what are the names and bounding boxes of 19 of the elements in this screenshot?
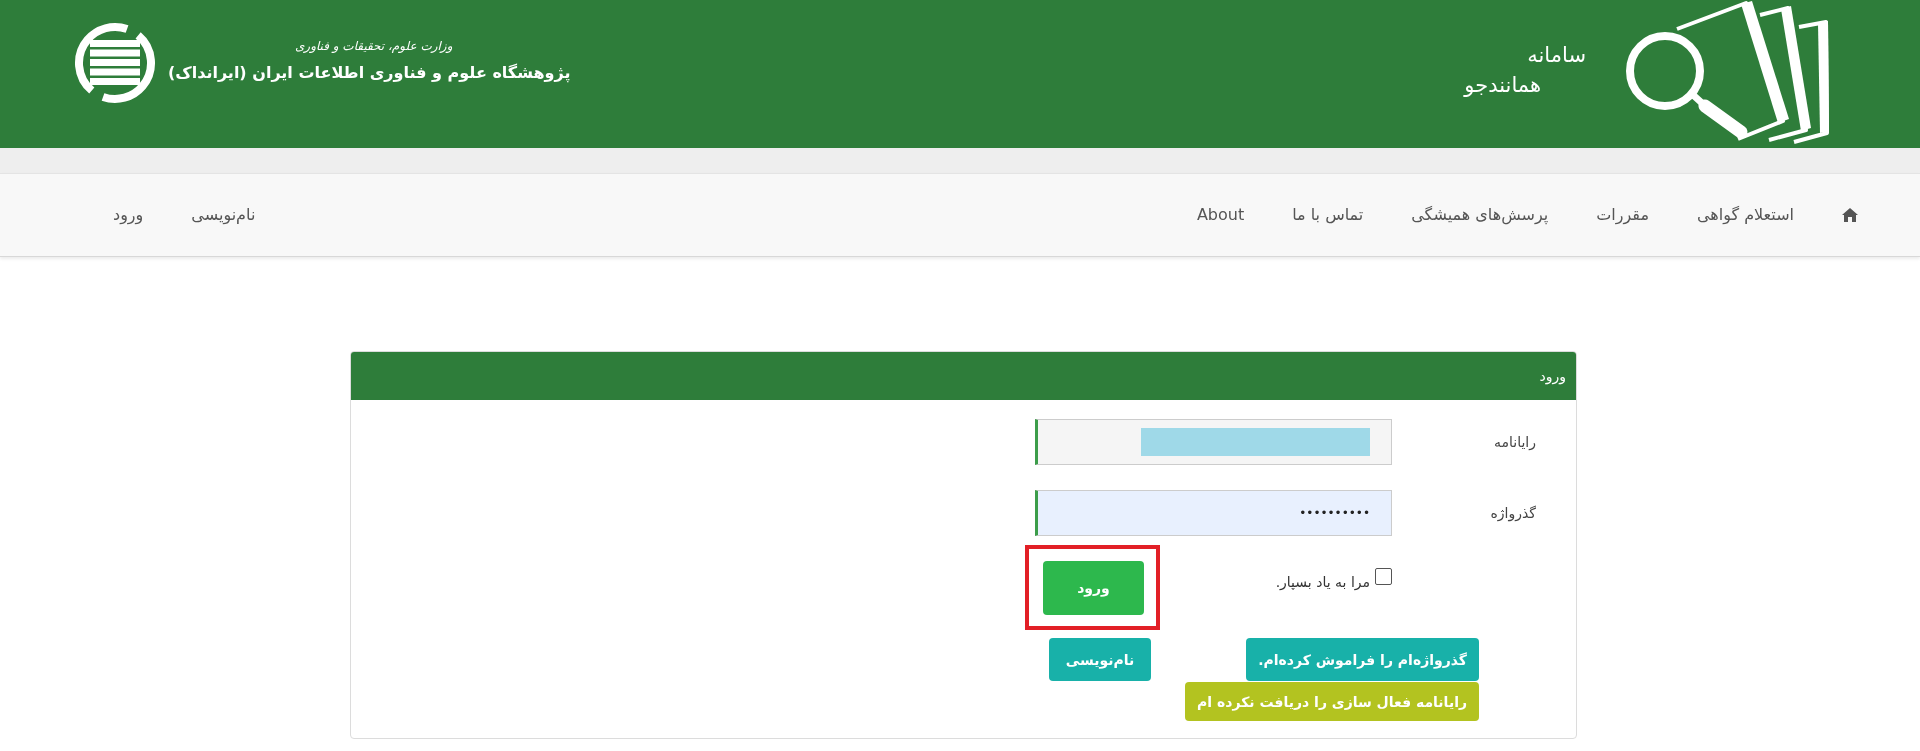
ministry-name: وزارت علوم، تحقیقات و فناوری (294, 38, 453, 55)
system-label: سامانه (1527, 42, 1586, 69)
institute-name: پژوهشگاه علوم و فناوری اطلاعات ایران (ایرانداک) (168, 62, 571, 85)
system-name: همانندجو (1464, 72, 1541, 99)
input-field[interactable] (1035, 419, 1392, 465)
input-field[interactable]: •••••••••• (1035, 490, 1392, 536)
nav-link[interactable]: استعلام گواهی (1672, 203, 1818, 227)
nav-link[interactable]: تماس با ما (1268, 203, 1388, 227)
remember-me-label: مرا به یاد بسپار. (1275, 574, 1370, 590)
nav-link[interactable]: About (1172, 203, 1269, 227)
panel-title: ورود (1539, 368, 1566, 384)
nav-link[interactable]: پرسش‌های همیشگی (1387, 203, 1573, 227)
nav-link[interactable]: مقررات (1572, 203, 1673, 227)
field-label: رایانامه (1493, 434, 1536, 450)
checkbox[interactable] (1375, 568, 1392, 585)
nav-link[interactable]: ورود (89, 203, 168, 227)
nav-link[interactable]: نام‌نویسی (167, 203, 280, 227)
home-icon[interactable] (1842, 208, 1858, 222)
field-label: گذرواژه (1489, 505, 1536, 521)
